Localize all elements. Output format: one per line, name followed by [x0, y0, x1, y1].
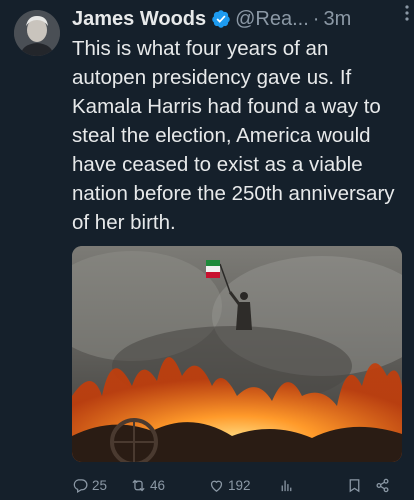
share-button[interactable]	[374, 477, 391, 494]
retweet-count: 46	[150, 477, 166, 493]
retweet-icon	[132, 479, 145, 491]
like-button[interactable]: 192	[208, 477, 251, 494]
author-avatar[interactable]	[14, 10, 60, 56]
retweet-button[interactable]: 46	[130, 477, 165, 494]
tweet-image[interactable]	[72, 246, 402, 462]
like-count: 192	[228, 477, 251, 493]
views-icon	[281, 480, 292, 491]
reply-button[interactable]: 25	[72, 477, 107, 494]
tweet-text: This is what four years of an autopen pr…	[72, 37, 395, 234]
verified-badge-icon	[212, 10, 230, 28]
tweet-timestamp[interactable]: 3m	[323, 8, 351, 31]
more-icon[interactable]	[404, 4, 410, 27]
share-icon	[376, 478, 389, 492]
bookmark-button[interactable]	[346, 477, 363, 494]
bookmark-icon	[349, 478, 360, 492]
reply-icon	[73, 478, 88, 493]
author-handle[interactable]: @Rea...	[235, 8, 309, 31]
like-icon	[210, 480, 223, 492]
views-button[interactable]	[278, 477, 295, 494]
reply-count: 25	[92, 477, 108, 493]
author-name[interactable]: James Woods	[72, 8, 206, 31]
tweet-actions: 25 46 192	[72, 474, 404, 496]
tweet-header: James Woods @Rea... · 3m	[72, 6, 404, 32]
header-separator: ·	[312, 7, 320, 30]
